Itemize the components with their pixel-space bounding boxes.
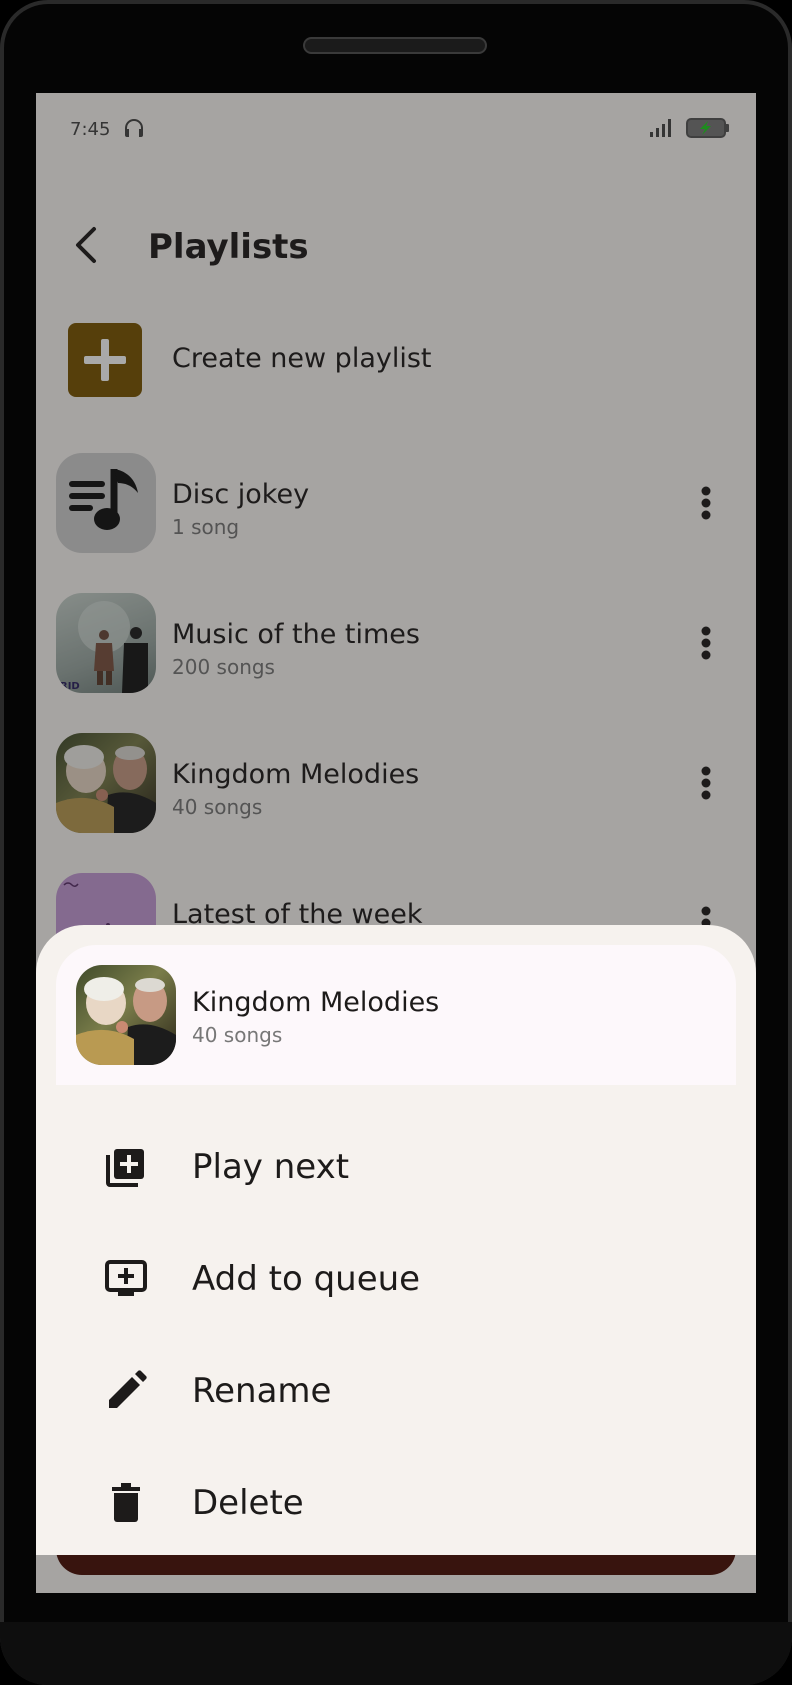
bottom-sheet-header: Kingdom Melodies 40 songs <box>56 945 736 1085</box>
sheet-subtitle: 40 songs <box>192 1023 283 1047</box>
app-background: 7:45 Playlists Create new playlist Disc … <box>36 93 756 1593</box>
screen: 7:45 Playlists Create new playlist Disc … <box>36 93 756 1593</box>
phone-chin <box>0 1622 792 1685</box>
speaker-grille <box>303 37 487 54</box>
sheet-playlist-thumb <box>76 965 176 1065</box>
bottom-sheet: Kingdom Melodies 40 songs Play next Add … <box>36 925 756 1555</box>
menu-item-delete[interactable]: Delete <box>36 1447 756 1559</box>
pencil-icon <box>109 1370 147 1408</box>
menu-item-label: Delete <box>192 1483 304 1523</box>
menu-item-label: Play next <box>192 1147 350 1187</box>
sheet-title: Kingdom Melodies <box>192 987 440 1018</box>
album-art-couple <box>76 977 176 1065</box>
playlist-add-icon <box>106 1149 144 1187</box>
menu-item-rename[interactable]: Rename <box>36 1335 756 1447</box>
trash-icon <box>112 1483 140 1522</box>
menu-item-play-next[interactable]: Play next <box>36 1111 756 1223</box>
add-to-queue-icon <box>105 1260 147 1296</box>
menu-item-label: Add to queue <box>192 1259 421 1299</box>
phone-frame: 7:45 Playlists Create new playlist Disc … <box>0 0 792 1685</box>
menu-item-label: Rename <box>192 1371 332 1411</box>
menu-item-add-to-queue[interactable]: Add to queue <box>36 1223 756 1335</box>
